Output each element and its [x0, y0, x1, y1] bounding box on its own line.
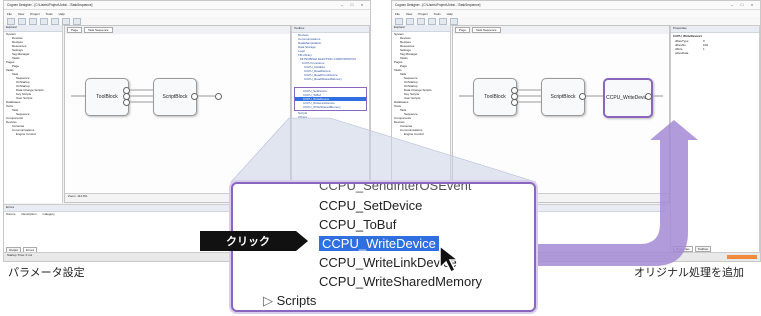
toolbox-item[interactable]: CCPU_WriteSharedMemory — [295, 105, 366, 109]
tab-page[interactable]: Page — [455, 27, 471, 33]
writedevice-label: CCPU_WriteDevice — [606, 95, 650, 101]
toolbox-panel: Toolbox Devices Communications DataManip… — [291, 25, 370, 203]
toolbox-highlight-box: CCPU_SetDevice CCPU_ToBuf CCPU_WriteDevi… — [294, 87, 367, 111]
minimize-icon[interactable]: – — [727, 3, 737, 7]
output-port[interactable] — [191, 93, 198, 100]
expand-arrow-icon[interactable]: ▷ — [263, 293, 277, 308]
toolbox-item-writelinkdevice[interactable]: CCPU_WriteLinkDevice — [319, 255, 457, 270]
toolbox-item-writesharedmemory[interactable]: CCPU_WriteSharedMemory — [319, 274, 482, 289]
menu-tools[interactable]: Tools — [46, 12, 53, 16]
window-title: Cognex Designer - [C:\Users\Project\Jobs… — [7, 3, 93, 7]
new-icon[interactable] — [395, 17, 403, 25]
maximize-icon[interactable]: □ — [737, 3, 747, 7]
menu-project[interactable]: Project — [418, 12, 427, 16]
toolbox-item[interactable]: CCPU_ReadSharedMemory — [292, 77, 369, 81]
property-value[interactable]: 1 — [703, 47, 705, 51]
toolblock-label: ToolBlock — [484, 94, 506, 100]
scripts-folder-label: Scripts — [276, 293, 317, 308]
open-icon[interactable] — [18, 17, 26, 25]
scriptblock-label: ScriptBlock — [162, 94, 188, 100]
properties-title: Properties — [671, 26, 759, 33]
scripts-folder[interactable]: ▷ Scripts — [263, 293, 316, 309]
status-text: Startup Time: 0 ms — [7, 253, 33, 257]
toolbox-item-setdevice[interactable]: CCPU_SetDevice — [319, 198, 422, 213]
sequence-canvas[interactable]: ToolBlock ScriptBlock — [65, 34, 290, 194]
output-port[interactable] — [511, 99, 518, 106]
document-area: Page Task.Sequence ToolBlock ScriptBlock… — [452, 25, 670, 203]
output-port[interactable] — [579, 93, 586, 100]
explorer-tree: System Devices Recipes Resources Setting… — [392, 32, 450, 136]
maximize-icon[interactable]: □ — [347, 3, 357, 7]
sequence-canvas[interactable]: ToolBlock ScriptBlock CCPU_WriteDevice — [453, 34, 669, 194]
toolbox-item-tobuf[interactable]: CCPU_ToBuf — [319, 217, 396, 232]
toolbox-item[interactable]: Others — [292, 115, 369, 119]
tab-page[interactable]: Page — [67, 27, 83, 33]
scriptblock-label: ScriptBlock — [550, 94, 576, 100]
properties-panel: Properties CCPU_WriteDevice1 dDevType 0 d… — [670, 25, 760, 253]
column-description[interactable]: Description — [22, 212, 37, 216]
click-text: クリック — [226, 236, 270, 248]
title-bar: Cognex Designer - [C:\Users\Project\Jobs… — [392, 1, 760, 10]
explorer-panel: Explorer System Devices Recipes Resource… — [392, 25, 451, 203]
menu-view[interactable]: View — [18, 12, 24, 16]
property-name: pDevData — [675, 51, 689, 55]
cut-icon[interactable] — [450, 17, 458, 25]
menu-help[interactable]: Help — [447, 12, 453, 16]
save-icon[interactable] — [29, 17, 37, 25]
tab-task-sequence[interactable]: Task.Sequence — [84, 27, 113, 33]
explorer-title: Explorer — [392, 25, 450, 32]
output-port[interactable] — [123, 99, 130, 106]
toolbox-item-writedevice-selected[interactable]: CCPU_WriteDevice — [319, 236, 439, 251]
column-category[interactable]: Category — [43, 212, 55, 216]
cut-icon[interactable] — [62, 17, 70, 25]
toolblock-label: ToolBlock — [96, 94, 118, 100]
stop-icon[interactable] — [51, 17, 59, 25]
run-icon[interactable] — [40, 17, 48, 25]
explorer-tree: System Devices Recipes Resources Setting… — [4, 32, 62, 136]
menu-tools[interactable]: Tools — [434, 12, 441, 16]
title-bar: Cognex Designer - [C:\Users\Project\Jobs… — [4, 1, 370, 10]
tree-item[interactable]: Engine Control — [4, 132, 62, 136]
tree-item[interactable]: Engine Control — [392, 132, 450, 136]
explorer-panel: Explorer System Devices Recipes Resource… — [4, 25, 63, 203]
run-icon[interactable] — [428, 17, 436, 25]
click-callout: クリック — [200, 231, 308, 251]
column-source[interactable]: Source — [6, 212, 16, 216]
property-row[interactable]: pDevData — [671, 51, 759, 55]
menu-help[interactable]: Help — [59, 12, 65, 16]
menu-view[interactable]: View — [406, 12, 412, 16]
stop-icon[interactable] — [439, 17, 447, 25]
menu-file[interactable]: File — [395, 12, 400, 16]
minimize-icon[interactable]: – — [337, 3, 347, 7]
new-icon[interactable] — [7, 17, 15, 25]
toolbox-item-partial[interactable]: CCPU_SendInterOSEvent — [319, 184, 471, 193]
caption-left: パラメータ設定 — [8, 267, 85, 279]
menu-file[interactable]: File — [7, 12, 12, 16]
output-port[interactable] — [645, 93, 652, 100]
close-icon[interactable]: × — [747, 3, 757, 7]
window-title: Cognex Designer - [C:\Users\Project\Jobs… — [395, 3, 481, 7]
open-icon[interactable] — [406, 17, 414, 25]
explorer-title: Explorer — [4, 25, 62, 32]
menu-bar: File View Project Tools Help — [392, 10, 760, 17]
copy-icon[interactable] — [73, 17, 81, 25]
menu-bar: File View Project Tools Help — [4, 10, 370, 17]
save-icon[interactable] — [417, 17, 425, 25]
mouse-cursor-icon — [439, 244, 461, 274]
close-icon[interactable]: × — [357, 3, 367, 7]
end-port[interactable] — [215, 93, 222, 100]
progress-indicator — [727, 255, 757, 259]
zoom-level[interactable]: Zoom: 114.6% — [68, 194, 87, 198]
menu-project[interactable]: Project — [30, 12, 39, 16]
toolbox-title: Toolbox — [292, 26, 369, 33]
toolbox-list: Devices Communications DataManipulation … — [292, 33, 369, 119]
document-area: Page Task.Sequence ToolBlock ScriptBlock… — [64, 25, 291, 203]
caption-right: オリジナル処理を追加 — [634, 267, 744, 279]
tab-task-sequence[interactable]: Task.Sequence — [472, 27, 501, 33]
